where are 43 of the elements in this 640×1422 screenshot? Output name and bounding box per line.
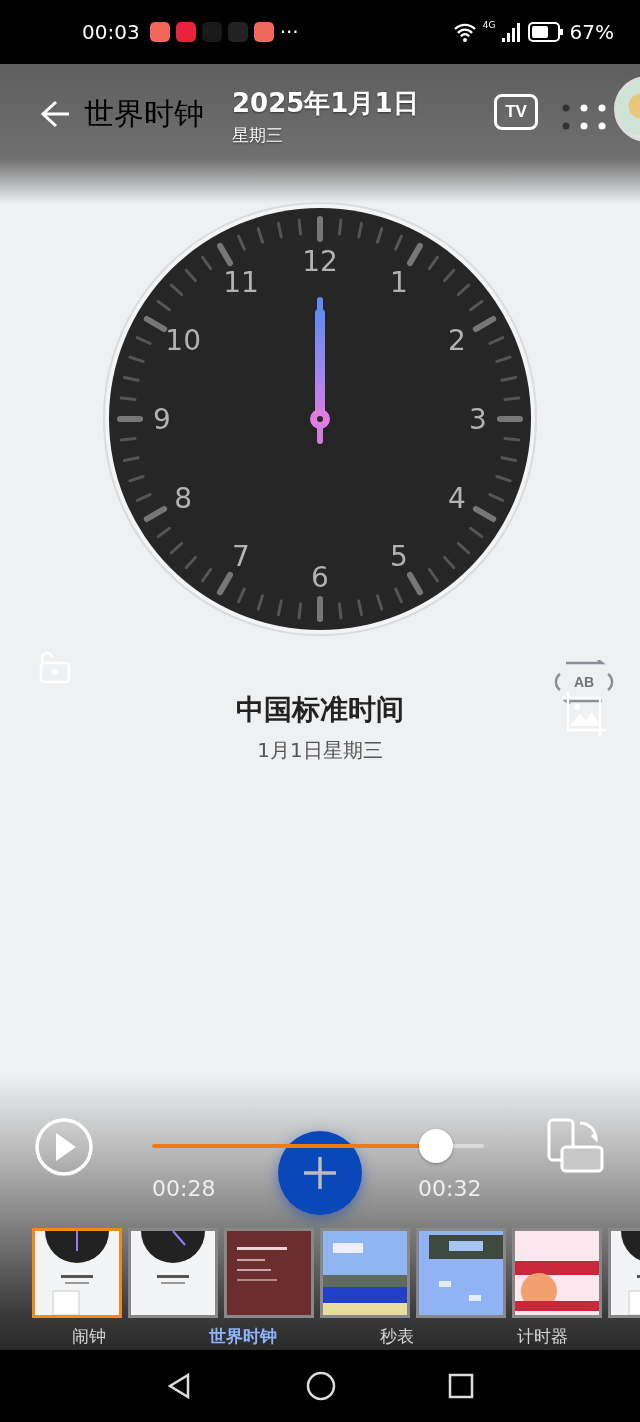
clock-numeral: 11 [223, 266, 259, 300]
total-time: 00:32 [418, 1176, 482, 1201]
app-notification-icon [227, 22, 248, 42]
seek-bar[interactable] [152, 1129, 484, 1163]
clock-numeral: 5 [390, 539, 408, 573]
home-icon[interactable] [306, 1371, 336, 1401]
battery-icon [527, 22, 564, 42]
app-notification-icon [149, 22, 170, 42]
clock-numeral: 2 [447, 324, 466, 357]
crop-button[interactable] [560, 690, 608, 738]
clock-numeral: 4 [447, 482, 466, 515]
clock-numeral: 6 [311, 561, 329, 594]
bottom-tab[interactable]: 秒表 [380, 1325, 415, 1347]
app-notification-icon [175, 22, 196, 42]
wifi-icon [452, 22, 477, 42]
city-name: 中国标准时间 [236, 692, 404, 728]
clock-numeral: 9 [153, 403, 171, 436]
page-title: 世界时钟 [84, 94, 204, 133]
clock-numeral: 10 [165, 324, 201, 357]
city-date: 1月1日星期三 [257, 737, 383, 763]
cast-button[interactable]: TV [494, 94, 538, 130]
clock-numeral: 8 [174, 482, 193, 515]
photo-date: 2025年1月1日 [232, 87, 419, 120]
signal-icon [501, 22, 522, 42]
elapsed-time: 00:28 [152, 1176, 216, 1201]
clock-numeral: 7 [232, 539, 250, 573]
network-type: 4G [482, 20, 496, 30]
photo-weekday: 星期三 [232, 124, 283, 147]
app-notification-icon [201, 22, 222, 42]
app-notification-icon [253, 22, 274, 42]
recents-icon[interactable] [448, 1373, 474, 1399]
ab-repeat-button[interactable]: AB [554, 660, 614, 704]
more-notifications: ··· [279, 20, 299, 44]
add-button[interactable] [278, 1131, 362, 1215]
seek-handle[interactable] [418, 1129, 453, 1163]
bottom-tab[interactable]: 世界时钟 [208, 1325, 277, 1347]
clock-numeral: 1 [390, 266, 408, 300]
clock-numeral: 12 [302, 245, 338, 278]
battery-percent: 67% [569, 20, 614, 44]
clock-numeral: 3 [469, 403, 487, 436]
bottom-tab[interactable]: 计时器 [517, 1325, 569, 1347]
bottom-tab[interactable]: 闹钟 [71, 1325, 106, 1347]
status-time: 00:03 [82, 20, 140, 44]
